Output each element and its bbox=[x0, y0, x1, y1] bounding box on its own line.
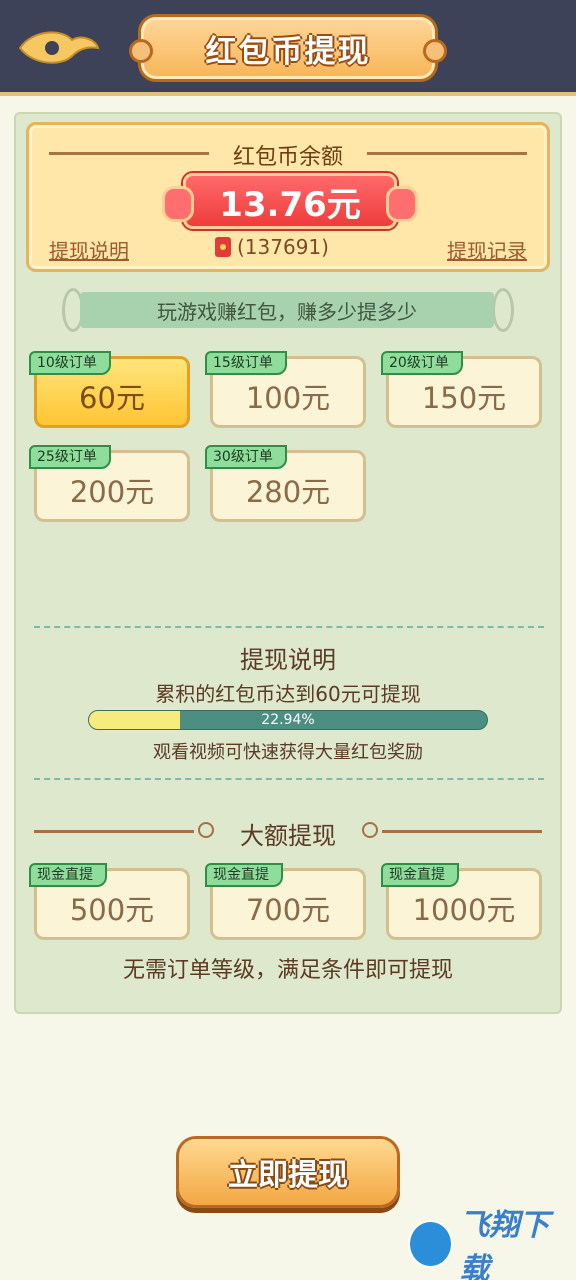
explain-sub: 观看视频可快速获得大量红包奖励 bbox=[153, 742, 423, 763]
header-bar: 红包币提现 bbox=[0, 0, 576, 96]
coin-count: (137691) bbox=[215, 235, 329, 259]
promo-banner-text: 玩游戏赚红包，赚多少提多少 bbox=[157, 299, 417, 324]
red-packet-icon bbox=[215, 237, 231, 257]
option-value: 150元 bbox=[421, 381, 507, 415]
balance-amount-plaque: 13.76元 bbox=[162, 173, 418, 229]
option-tag: 30级订单 bbox=[205, 445, 287, 469]
promo-banner: 玩游戏赚红包，赚多少提多少 bbox=[80, 292, 494, 328]
option-tag: 现金直提 bbox=[205, 863, 283, 887]
withdraw-now-button[interactable]: 立即提现 bbox=[176, 1136, 400, 1208]
withdraw-option-100[interactable]: 15级订单 100元 bbox=[205, 351, 366, 428]
option-value: 1000元 bbox=[412, 893, 516, 927]
option-value: 500元 bbox=[69, 893, 155, 927]
balance-title-row: 红包币余额 bbox=[29, 139, 547, 170]
option-value: 200元 bbox=[69, 475, 155, 509]
dashed-divider bbox=[34, 778, 544, 780]
option-tag: 现金直提 bbox=[29, 863, 107, 887]
option-tag: 25级订单 bbox=[29, 445, 111, 469]
watermark-text: 飞翔下载 bbox=[459, 1208, 550, 1280]
withdraw-explain-link[interactable]: 提现说明 bbox=[49, 235, 129, 264]
large-withdraw-title: 大额提现 bbox=[240, 822, 336, 850]
dashed-divider bbox=[34, 626, 544, 628]
title-plaque: 红包币提现 bbox=[129, 14, 447, 82]
withdraw-option-280[interactable]: 30级订单 280元 bbox=[205, 445, 366, 522]
withdraw-option-200[interactable]: 25级订单 200元 bbox=[29, 445, 190, 522]
explain-line: 累积的红包币达到60元可提现 bbox=[155, 682, 421, 706]
option-value: 100元 bbox=[245, 381, 331, 415]
withdraw-option-150[interactable]: 20级订单 150元 bbox=[381, 351, 542, 428]
option-tag: 10级订单 bbox=[29, 351, 111, 375]
cloud-ornament-icon bbox=[492, 288, 514, 332]
withdraw-record-link[interactable]: 提现记录 bbox=[447, 235, 527, 264]
large-option-1000[interactable]: 现金直提 1000元 bbox=[381, 863, 542, 940]
option-tag: 20级订单 bbox=[381, 351, 463, 375]
explain-title: 提现说明 bbox=[240, 646, 336, 674]
section-line bbox=[382, 830, 542, 833]
large-withdraw-note: 无需订单等级，满足条件即可提现 bbox=[122, 958, 453, 983]
balance-card: 红包币余额 13.76元 提现说明 (137691) 提现记录 bbox=[26, 122, 550, 272]
progress-bar: 22.94% bbox=[88, 710, 488, 730]
coin-count-text: (137691) bbox=[237, 235, 329, 259]
large-option-700[interactable]: 现金直提 700元 bbox=[205, 863, 366, 940]
balance-label: 红包币余额 bbox=[232, 145, 343, 170]
balance-amount: 13.76元 bbox=[219, 184, 361, 225]
option-value: 280元 bbox=[245, 475, 331, 509]
withdraw-option-60[interactable]: 10级订单 60元 bbox=[29, 351, 190, 428]
option-value: 700元 bbox=[245, 893, 331, 927]
progress-text: 22.94% bbox=[261, 712, 315, 728]
withdraw-now-label: 立即提现 bbox=[228, 1158, 348, 1193]
option-value: 60元 bbox=[79, 381, 145, 415]
swirl-ornament-icon bbox=[362, 822, 378, 838]
watermark: 飞翔下载 bbox=[408, 1208, 572, 1280]
large-option-500[interactable]: 现金直提 500元 bbox=[29, 863, 190, 940]
back-cloud-icon bbox=[18, 31, 100, 64]
option-tag: 现金直提 bbox=[381, 863, 459, 887]
page-title: 红包币提现 bbox=[205, 33, 371, 70]
option-tag: 15级订单 bbox=[205, 351, 287, 375]
watermark-logo-icon bbox=[408, 1220, 454, 1268]
back-button[interactable] bbox=[12, 26, 102, 70]
